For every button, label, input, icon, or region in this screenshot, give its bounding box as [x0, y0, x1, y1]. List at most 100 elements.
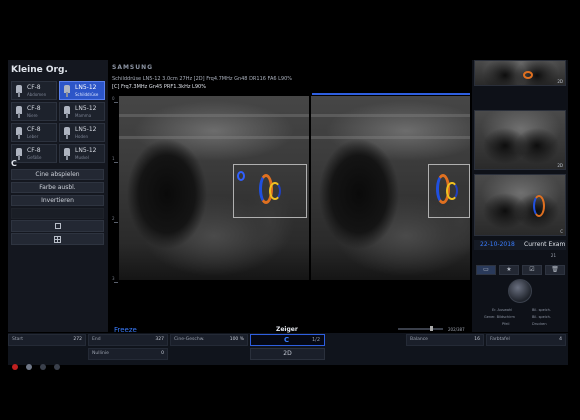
cine-end-control[interactable]: End 327: [88, 334, 168, 346]
select-button[interactable]: ☑: [522, 265, 542, 275]
tile-probe-label: LN5-12: [75, 126, 97, 133]
pointer-label: Zeiger: [276, 326, 298, 333]
page-indicator: 21: [474, 253, 566, 261]
end-value: 327: [155, 337, 164, 342]
tissue-band: [311, 114, 470, 117]
trackball-label: Pfeil: [502, 322, 510, 326]
preset-panel: Kleine Org. CF-8 Abdomen LN5-12 Schilddr…: [8, 60, 108, 332]
preset-tile-cf8-niere[interactable]: CF-8 Niere: [11, 102, 57, 121]
depth-tick: [114, 162, 118, 163]
thumbnail-label: 2D: [557, 163, 563, 168]
end-label: End: [92, 337, 101, 342]
color-map-label: Farbtafel: [490, 337, 510, 342]
thumbnail-1[interactable]: 2D: [474, 60, 566, 86]
doppler-flow: [237, 171, 245, 181]
trackball-label: Gener. Bildschirm: [484, 315, 515, 319]
color-map-control[interactable]: Farbtafel 4: [486, 334, 566, 346]
tile-preset-label: Abdomen: [27, 92, 47, 97]
ultrasound-image-right[interactable]: [311, 96, 470, 280]
tile-preset-label: Niere: [27, 113, 38, 118]
cine-slider[interactable]: [398, 328, 443, 330]
preset-tile-ln512-schilddruese[interactable]: LN5-12 Schilddrüse: [59, 81, 105, 100]
color-mode-indicator: C: [284, 336, 290, 344]
hide-color-button[interactable]: Farbe ausbl.: [11, 182, 104, 193]
depth-label: 2: [112, 216, 115, 221]
mode-page-fraction: 1/2: [311, 337, 320, 343]
layout-button[interactable]: ▭: [476, 265, 496, 275]
single-view-icon: [54, 223, 61, 229]
doppler-flow: [533, 195, 545, 217]
quad-view-icon: [54, 236, 61, 243]
thumbnail-image: [475, 61, 565, 85]
tile-probe-label: LN5-12: [75, 105, 97, 112]
network-icon[interactable]: [40, 364, 46, 370]
cine-speed-control[interactable]: Cine-Geschw. 100 %: [170, 334, 248, 346]
probe-icon: [14, 127, 24, 139]
mode-selector-color[interactable]: C 1/2: [250, 334, 325, 346]
probe-icon: [62, 85, 72, 97]
balance-control[interactable]: Balance 16: [406, 334, 484, 346]
probe-icon: [62, 148, 72, 160]
preset-tile-cf8-leber[interactable]: CF-8 Leber: [11, 123, 57, 142]
probe-icon: [62, 127, 72, 139]
tile-preset-label: Hoden: [75, 134, 88, 139]
invert-button[interactable]: Invertieren: [11, 195, 104, 206]
cine-slider-handle[interactable]: [430, 326, 433, 331]
ultrasound-image-left[interactable]: [119, 96, 309, 280]
trackball-label: Bil. speich.: [532, 315, 551, 319]
preset-tile-cf8-gefaesse[interactable]: CF-8 Gefäße: [11, 144, 57, 163]
quad-view-button[interactable]: [11, 233, 104, 245]
preset-tile-ln512-hoden[interactable]: LN5-12 Hoden: [59, 123, 105, 142]
scan-params-line-1: Schilddrüse LN5-12 3.0cm 27Hz [2D] Frq4.…: [112, 76, 293, 82]
favorite-button[interactable]: ★: [499, 265, 519, 275]
single-view-button[interactable]: [11, 220, 104, 232]
tile-probe-label: CF-8: [27, 84, 41, 91]
record-icon[interactable]: [12, 364, 18, 370]
tile-probe-label: CF-8: [27, 126, 41, 133]
cine-play-button[interactable]: Cine abspielen: [11, 169, 104, 180]
exam-date-row[interactable]: 22-10-2018 Current Exam: [474, 240, 566, 250]
trackball-label: Er. Auswahl: [492, 308, 513, 312]
star-icon: ★: [506, 266, 512, 273]
frame-counter: 202/387: [448, 327, 465, 332]
depth-tick: [114, 222, 118, 223]
balance-label: Balance: [410, 337, 428, 342]
trash-icon: 🗑: [551, 266, 559, 273]
tile-preset-label: Leber: [27, 134, 39, 139]
disabled-button: [11, 208, 104, 219]
cine-speed-value: 100 %: [229, 337, 244, 342]
trackball-label: Drucken: [532, 322, 547, 326]
preset-tile-ln512-mamma[interactable]: LN5-12 Mamma: [59, 102, 105, 121]
storage-icon[interactable]: [54, 364, 60, 370]
trackball-icon: [508, 279, 532, 303]
balance-value: 16: [474, 337, 480, 342]
exam-date: 22-10-2018: [480, 241, 515, 248]
ultrasound-screen: Kleine Org. CF-8 Abdomen LN5-12 Schilddr…: [0, 0, 580, 420]
tile-probe-label: CF-8: [27, 147, 41, 154]
page-number: 21: [550, 253, 556, 258]
probe-icon: [14, 85, 24, 97]
preset-tile-cf8-abdomen[interactable]: CF-8 Abdomen: [11, 81, 57, 100]
cine-start-control[interactable]: Start 272: [8, 334, 86, 346]
delete-button[interactable]: 🗑: [545, 265, 565, 275]
color-scale-bar: [312, 93, 470, 95]
depth-label: 3: [112, 276, 115, 281]
mode-selector-2d[interactable]: 2D: [250, 348, 325, 360]
bottom-control-bar: Start 272 End 327 Cine-Geschw. 100 % Nul…: [8, 333, 568, 365]
thumbnail-3[interactable]: C: [474, 174, 566, 236]
brand-logo: SAMSUNG: [112, 64, 154, 71]
doppler-flow: [446, 182, 458, 200]
preset-tile-ln512-muskel[interactable]: LN5-12 Muskel: [59, 144, 105, 163]
ultrasound-image-area[interactable]: 0 1 2 3: [112, 93, 470, 325]
preset-category-title: Kleine Org.: [11, 65, 68, 75]
tile-preset-label: Schilddrüse: [75, 92, 99, 97]
start-label: Start: [12, 337, 23, 342]
tissue-band: [119, 136, 309, 139]
status-icon[interactable]: [26, 364, 32, 370]
tile-preset-label: Gefäße: [27, 155, 42, 160]
thumbnail-2[interactable]: 2D: [474, 110, 566, 170]
thumbnail-label: C: [560, 229, 563, 234]
start-value: 272: [73, 337, 82, 342]
tissue-band: [119, 114, 309, 117]
baseline-control[interactable]: Nullinie 0: [88, 348, 168, 360]
